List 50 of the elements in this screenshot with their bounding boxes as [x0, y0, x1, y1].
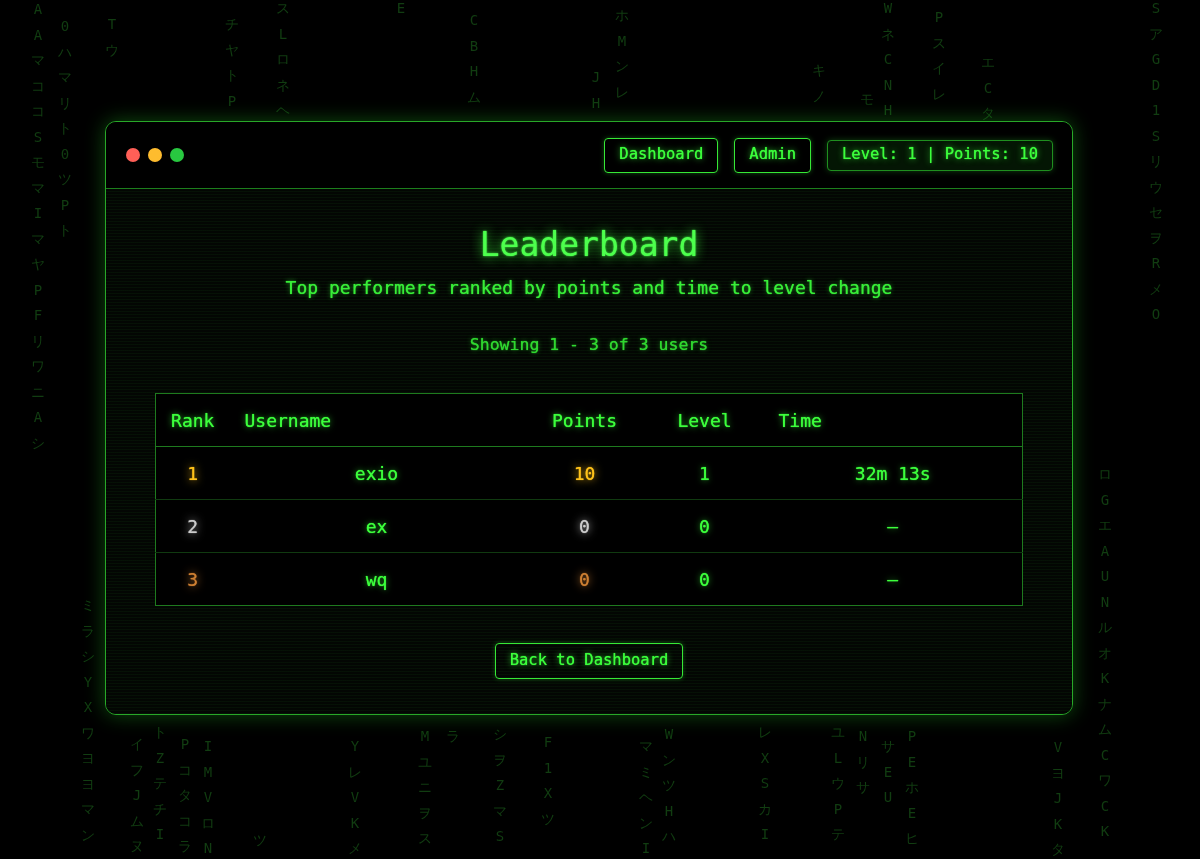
- column-header: Level: [645, 393, 764, 447]
- matrix-rain-text: JH: [590, 68, 602, 113]
- table-cell: 2: [155, 499, 230, 553]
- table-cell: 0: [523, 499, 646, 553]
- column-header: Points: [523, 393, 646, 447]
- table-cell: 3: [155, 552, 230, 606]
- matrix-rain-text: YレVKメ: [348, 737, 362, 859]
- window-minimize-icon[interactable]: [148, 148, 162, 162]
- matrix-rain-text: Pスイレ: [932, 8, 946, 104]
- back-button[interactable]: Back to Dashboard: [494, 643, 684, 679]
- table-cell: 0: [645, 499, 764, 553]
- matrix-rain-text: サEU: [881, 737, 895, 808]
- matrix-rain-text: ツ: [253, 831, 267, 851]
- matrix-rain-text: CBHム: [467, 11, 481, 107]
- level-points-badge: Level: 1 | Points: 10: [827, 139, 1053, 171]
- matrix-rain-text: VヨJKタ: [1051, 738, 1065, 859]
- matrix-rain-text: ラ: [446, 727, 460, 747]
- table-cell: 1: [645, 446, 764, 500]
- column-header: Username: [229, 393, 524, 447]
- matrix-rain-text: Pコタコラ: [178, 735, 192, 857]
- matrix-rain-text: レXSカI: [758, 723, 772, 845]
- column-header: Rank: [155, 393, 230, 447]
- table-cell: wq: [229, 552, 524, 606]
- nav-button[interactable]: Dashboard: [604, 137, 719, 173]
- matrix-rain-text: WネCNH: [881, 0, 895, 121]
- window-maximize-icon[interactable]: [170, 148, 184, 162]
- page-subtitle: Top performers ranked by points and time to level change: [284, 276, 894, 300]
- results-count: Showing 1 - 3 of 3 users: [468, 334, 710, 356]
- matrix-rain-text: Tウ: [105, 15, 119, 60]
- matrix-rain-text: E: [395, 0, 407, 19]
- matrix-rain-text: PEホEヒ: [905, 727, 919, 849]
- window-close-icon[interactable]: [126, 148, 140, 162]
- matrix-rain-text: F1Xツ: [541, 733, 555, 829]
- table-cell: ex: [229, 499, 524, 553]
- matrix-rain-text: キノ: [812, 61, 826, 106]
- table-cell: 32m 13s: [763, 446, 1023, 500]
- table-cell: 0: [523, 552, 646, 606]
- table-cell: 0: [645, 552, 764, 606]
- column-header: Time: [763, 393, 1023, 447]
- matrix-rain-text: シヲZマS: [493, 725, 507, 847]
- matrix-rain-text: Nリサ: [856, 727, 870, 798]
- matrix-rain-text: イフJムヌ: [130, 735, 144, 857]
- table-cell: –: [763, 499, 1023, 553]
- nav-button[interactable]: Admin: [734, 137, 812, 173]
- table-cell: 1: [155, 446, 230, 500]
- page-title: Leaderboard: [479, 225, 699, 265]
- table-cell: exio: [229, 446, 524, 500]
- matrix-rain-text: SアGD1SリウセヲRメO: [1149, 0, 1163, 325]
- table-cell: 10: [523, 446, 646, 500]
- table-cell: –: [763, 552, 1023, 606]
